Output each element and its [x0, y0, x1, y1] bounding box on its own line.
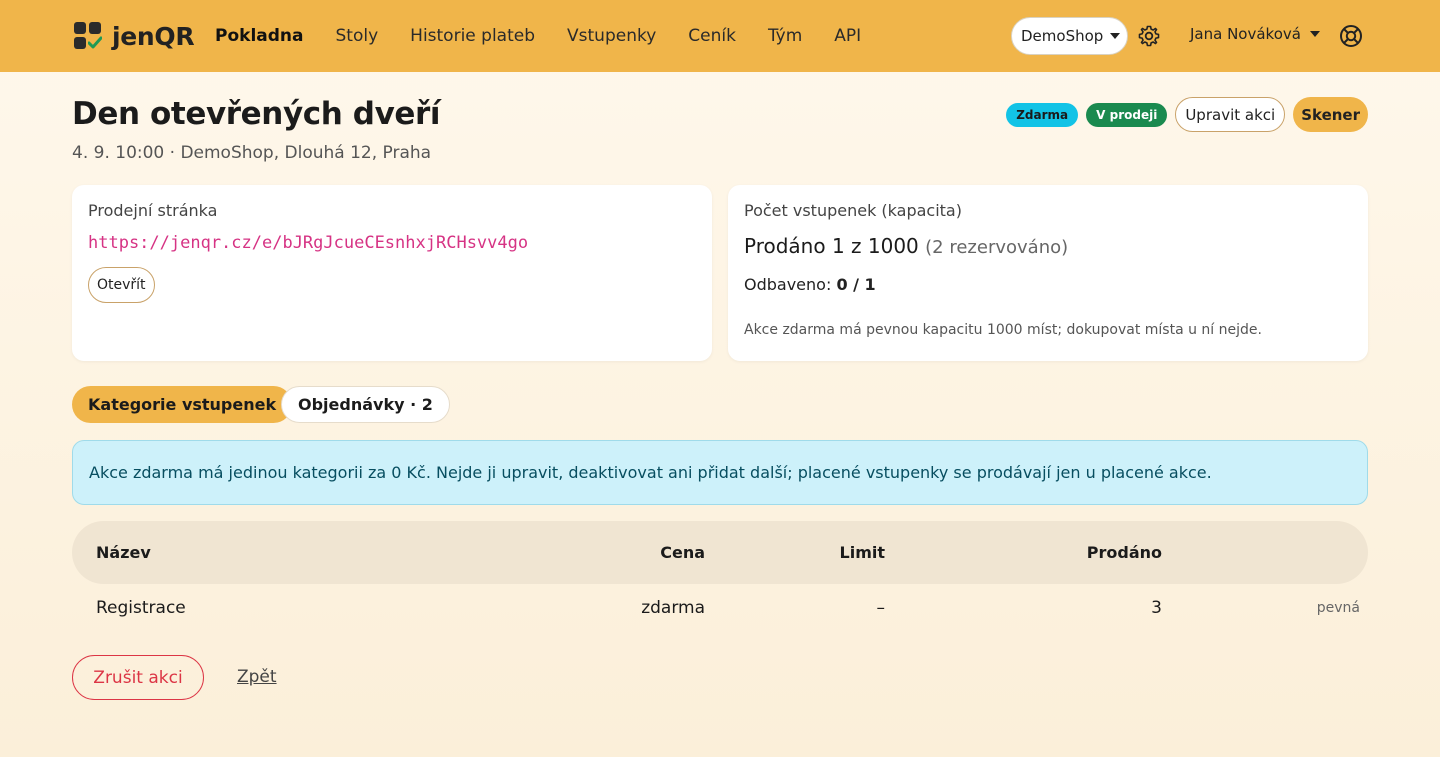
tab-categories[interactable]: Kategorie vstupenek	[72, 386, 293, 423]
main-nav: Pokladna Stoly Historie plateb Vstupenky…	[215, 23, 893, 49]
sale-page-card: Prodejní stránka https://jenqr.cz/e/bJRg…	[72, 185, 712, 361]
shop-select[interactable]: DemoShop	[1011, 17, 1128, 55]
table-header: Název Cena Limit Prodáno	[72, 521, 1368, 584]
event-subtitle: 4. 9. 10:00 · DemoShop, Dlouhá 12, Praha	[72, 143, 432, 163]
badge-free: Zdarma	[1006, 102, 1079, 127]
lifebuoy-icon[interactable]	[1339, 24, 1363, 48]
page-title: Den otevřených dveří	[72, 96, 441, 132]
checked-in-summary: Odbaveno: 0 / 1	[744, 275, 876, 294]
column-header-limit: Limit	[839, 543, 885, 562]
brand[interactable]: jenQR	[74, 21, 195, 51]
top-navbar: jenQR Pokladna Stoly Historie plateb Vst…	[0, 0, 1440, 72]
tab-orders[interactable]: Objednávky · 2	[281, 386, 450, 423]
info-alert: Akce zdarma má jedinou kategorii za 0 Kč…	[72, 440, 1368, 505]
capacity-note: Akce zdarma má pevnou kapacitu 1000 míst…	[744, 322, 1262, 338]
edit-event-button[interactable]: Upravit akci	[1175, 97, 1286, 132]
checked-in-label: Odbaveno:	[744, 275, 832, 294]
nav-item-pokladna[interactable]: Pokladna	[215, 26, 304, 46]
user-name: Jana Nováková	[1190, 25, 1301, 43]
sale-page-title: Prodejní stránka	[88, 201, 218, 220]
nav-item-tym[interactable]: Tým	[768, 26, 802, 46]
scanner-button[interactable]: Skener	[1293, 97, 1368, 132]
row-limit: –	[876, 598, 886, 618]
user-menu[interactable]: Jana Nováková	[1190, 25, 1320, 43]
column-header-price: Cena	[660, 543, 705, 562]
capacity-title: Počet vstupenek (kapacita)	[744, 201, 962, 220]
nav-item-api[interactable]: API	[834, 26, 861, 46]
back-link[interactable]: Zpět	[237, 667, 277, 687]
column-header-sold: Prodáno	[1086, 543, 1162, 562]
nav-item-vstupenky[interactable]: Vstupenky	[567, 26, 656, 46]
row-price: zdarma	[641, 598, 705, 618]
brand-name: jenQR	[112, 21, 195, 51]
reserved-count: (2 rezervováno)	[925, 237, 1069, 258]
sold-summary: Prodáno 1 z 1000 (2 rezervováno)	[744, 234, 1068, 258]
chevron-down-icon	[1309, 31, 1320, 37]
nav-item-cenik[interactable]: Ceník	[688, 26, 736, 46]
cancel-event-button[interactable]: Zrušit akci	[72, 655, 204, 700]
event-actions: Zdarma V prodeji Upravit akci Skener	[1006, 97, 1368, 132]
row-name: Registrace	[96, 598, 186, 618]
status-badge: V prodeji	[1086, 102, 1168, 127]
nav-item-stoly[interactable]: Stoly	[336, 26, 379, 46]
row-sold: 3	[1151, 598, 1162, 618]
column-header-name: Název	[96, 543, 151, 562]
row-fixed-note: pevná	[1316, 600, 1360, 616]
checked-in-value: 0 / 1	[836, 275, 876, 294]
nav-item-historie-plateb[interactable]: Historie plateb	[410, 26, 535, 46]
capacity-card: Počet vstupenek (kapacita) Prodáno 1 z 1…	[728, 185, 1368, 361]
gear-icon[interactable]	[1137, 24, 1161, 48]
sale-page-url[interactable]: https://jenqr.cz/e/bJRgJcueCEsnhxjRCHsvv…	[88, 233, 528, 253]
open-sale-page-button[interactable]: Otevřít	[88, 267, 155, 303]
shop-select-value: DemoShop	[1021, 27, 1104, 45]
sold-count: Prodáno 1 z 1000	[744, 234, 919, 258]
table-row: Registrace zdarma – 3 pevná	[72, 584, 1368, 632]
chevron-down-icon	[1110, 33, 1121, 39]
jenqr-logo-icon	[74, 22, 102, 50]
